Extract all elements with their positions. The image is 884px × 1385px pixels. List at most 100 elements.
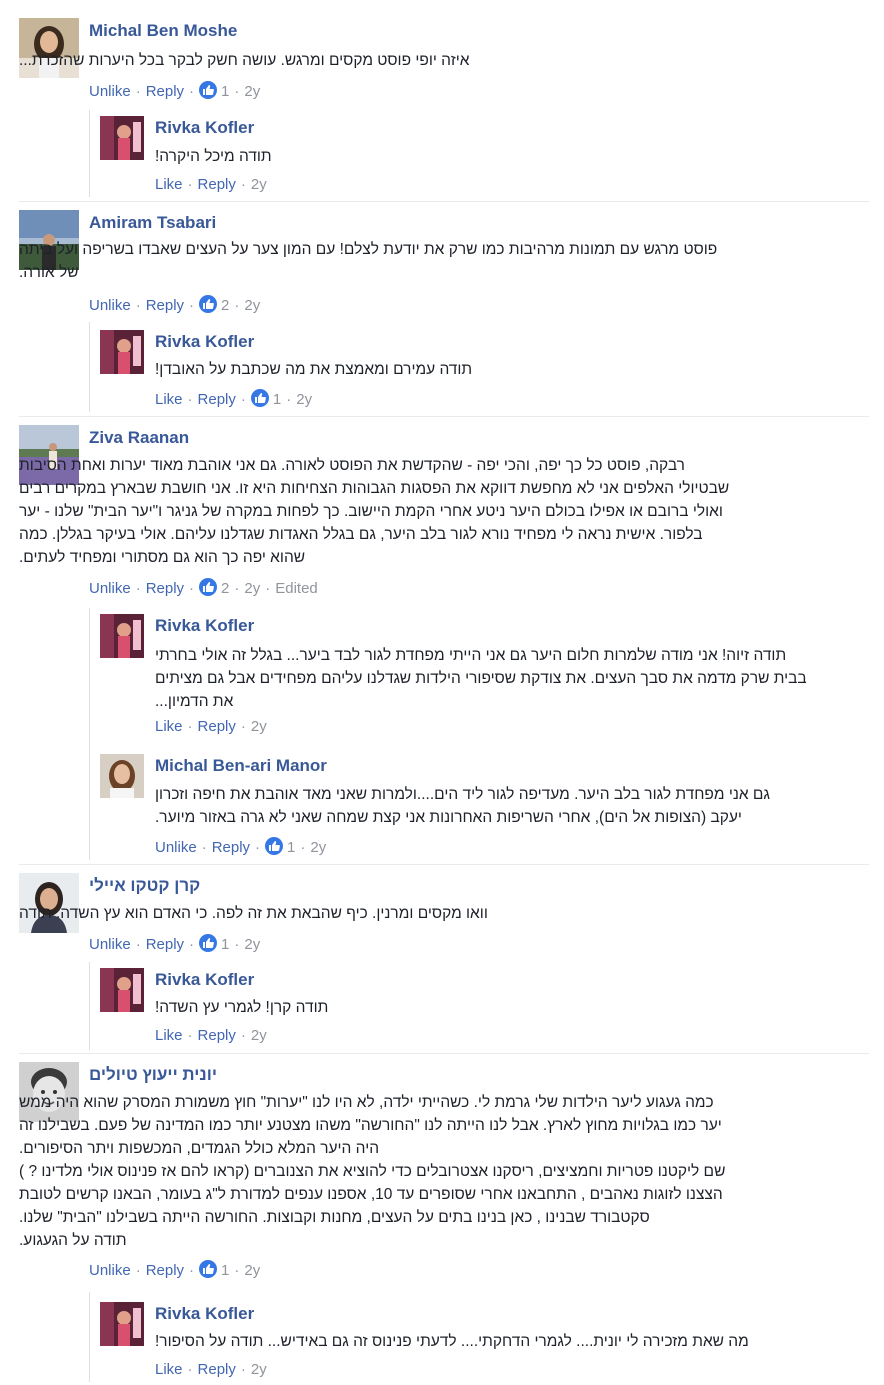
like-button[interactable]: Like bbox=[155, 718, 183, 735]
avatar[interactable] bbox=[100, 754, 144, 798]
comment: Ziva Raanan רבקה, פוסט כל כך יפה, והכי י… bbox=[19, 425, 869, 605]
reply-button[interactable]: Reply bbox=[212, 839, 250, 856]
timestamp[interactable]: 2y bbox=[244, 1262, 260, 1279]
like-icon bbox=[199, 295, 218, 313]
reply-button[interactable]: Reply bbox=[198, 176, 236, 193]
comment-text: כמה געגוע ליער הילדות שלי גרמת לי. כשהיי… bbox=[19, 1094, 726, 1249]
comment-actions: Unlike · Reply · 1 · 2y bbox=[89, 81, 261, 100]
comment-text: מה שאת מזכירה לי יונית.... לגמרי הדחקתי.… bbox=[155, 1333, 749, 1350]
avatar[interactable] bbox=[100, 116, 144, 160]
unlike-button[interactable]: Unlike bbox=[155, 839, 197, 856]
thread-line bbox=[89, 608, 90, 860]
comment-text: תודה מיכל היקרה! bbox=[155, 148, 272, 165]
comment-text: גם אני מפחדת לגור בלב היער. מעדיפה לגור … bbox=[155, 786, 770, 826]
comment-actions: Like · Reply · 2y bbox=[155, 176, 267, 193]
timestamp[interactable]: 2y bbox=[251, 176, 267, 193]
comment-actions: Unlike · Reply · 2 · 2y bbox=[89, 295, 261, 314]
comment-actions: Unlike · Reply · 2 · 2y · Edited bbox=[89, 578, 318, 597]
like-icon bbox=[199, 934, 218, 952]
comment-text: איזה יופי פוסט מקסים ומרגש. עושה חשק לבק… bbox=[19, 52, 470, 69]
commenter-name[interactable]: Amiram Tsabari bbox=[89, 213, 216, 233]
comment: Amiram Tsabari פוסט מרגש עם תמונות מרהיב… bbox=[19, 210, 869, 320]
comment-text: תודה עמירם ומאמצת את מה שכתבת על האובדן! bbox=[155, 361, 473, 378]
comment-text: פוסט מרגש עם תמונות מרהיבות כמו שרק את י… bbox=[19, 241, 718, 281]
comment-actions: Unlike · Reply · 1 · 2y bbox=[89, 934, 261, 953]
thread-line bbox=[89, 962, 90, 1050]
comment-actions: Like · Reply · 1 · 2y bbox=[155, 389, 313, 408]
avatar[interactable] bbox=[100, 1302, 144, 1346]
reply-button[interactable]: Reply bbox=[146, 936, 184, 953]
comment-actions: Like · Reply · 2y bbox=[155, 718, 267, 735]
reply-button[interactable]: Reply bbox=[146, 580, 184, 597]
timestamp[interactable]: 2y bbox=[251, 718, 267, 735]
commenter-name[interactable]: יונית ייעוץ טיולים bbox=[89, 1065, 217, 1085]
unlike-button[interactable]: Unlike bbox=[89, 936, 131, 953]
reply-button[interactable]: Reply bbox=[146, 297, 184, 314]
like-icon bbox=[199, 1260, 218, 1278]
commenter-name[interactable]: Rivka Kofler bbox=[155, 616, 254, 636]
divider bbox=[19, 201, 869, 202]
comment-actions: Like · Reply · 2y bbox=[155, 1027, 267, 1044]
reply-comment: Michal Ben-ari Manor גם אני מפחדת לגור ב… bbox=[100, 754, 860, 860]
like-count: 1 bbox=[287, 838, 296, 856]
like-count: 2 bbox=[221, 579, 230, 597]
avatar[interactable] bbox=[100, 330, 144, 374]
reply-button[interactable]: Reply bbox=[198, 1361, 236, 1378]
commenter-name[interactable]: Rivka Kofler bbox=[155, 118, 254, 138]
unlike-button[interactable]: Unlike bbox=[89, 1262, 131, 1279]
comment: Michal Ben Moshe איזה יופי פוסט מקסים ומ… bbox=[19, 18, 869, 108]
unlike-button[interactable]: Unlike bbox=[89, 297, 131, 314]
timestamp[interactable]: 2y bbox=[244, 83, 260, 100]
divider bbox=[19, 864, 869, 865]
commenter-name[interactable]: Michal Ben Moshe bbox=[89, 21, 237, 41]
like-button[interactable]: Like bbox=[155, 1361, 183, 1378]
thread-line bbox=[89, 1292, 90, 1382]
comment-actions: Unlike · Reply · 1 · 2y bbox=[89, 1260, 261, 1279]
like-icon bbox=[265, 837, 284, 855]
reply-comment: Rivka Kofler תודה קרן! לגמרי עץ השדה! Li… bbox=[100, 968, 860, 1048]
commenter-name[interactable]: קרן קטקו איילי bbox=[89, 876, 200, 896]
timestamp[interactable]: 2y bbox=[244, 297, 260, 314]
comment: קרן קטקו איילי וואו מקסים ומרנין. כיף שה… bbox=[19, 873, 869, 963]
commenter-name[interactable]: Rivka Kofler bbox=[155, 1304, 254, 1324]
unlike-button[interactable]: Unlike bbox=[89, 580, 131, 597]
comment-actions: Like · Reply · 2y bbox=[155, 1361, 267, 1378]
like-count: 2 bbox=[221, 296, 230, 314]
like-button[interactable]: Like bbox=[155, 391, 183, 408]
timestamp[interactable]: 2y bbox=[251, 1361, 267, 1378]
avatar[interactable] bbox=[100, 968, 144, 1012]
commenter-name[interactable]: Rivka Kofler bbox=[155, 332, 254, 352]
comment-text: תודה קרן! לגמרי עץ השדה! bbox=[155, 999, 329, 1016]
edited-label[interactable]: Edited bbox=[275, 580, 318, 597]
reply-button[interactable]: Reply bbox=[198, 391, 236, 408]
comment: יונית ייעוץ טיולים כמה געגוע ליער הילדות… bbox=[19, 1062, 869, 1287]
like-icon bbox=[199, 81, 218, 99]
timestamp[interactable]: 2y bbox=[251, 1027, 267, 1044]
timestamp[interactable]: 2y bbox=[244, 580, 260, 597]
reply-button[interactable]: Reply bbox=[198, 718, 236, 735]
divider bbox=[19, 416, 869, 417]
thread-line bbox=[89, 322, 90, 412]
avatar[interactable] bbox=[100, 614, 144, 658]
commenter-name[interactable]: Michal Ben-ari Manor bbox=[155, 756, 327, 776]
timestamp[interactable]: 2y bbox=[244, 936, 260, 953]
like-button[interactable]: Like bbox=[155, 176, 183, 193]
commenter-name[interactable]: Rivka Kofler bbox=[155, 970, 254, 990]
reply-button[interactable]: Reply bbox=[198, 1027, 236, 1044]
unlike-button[interactable]: Unlike bbox=[89, 83, 131, 100]
timestamp[interactable]: 2y bbox=[296, 391, 312, 408]
like-icon bbox=[250, 389, 269, 407]
like-count: 1 bbox=[221, 935, 230, 953]
like-count: 1 bbox=[221, 82, 230, 100]
divider bbox=[19, 1053, 869, 1054]
reply-button[interactable]: Reply bbox=[146, 83, 184, 100]
like-button[interactable]: Like bbox=[155, 1027, 183, 1044]
commenter-name[interactable]: Ziva Raanan bbox=[89, 428, 189, 448]
reply-comment: Rivka Kofler מה שאת מזכירה לי יונית.... … bbox=[100, 1302, 860, 1382]
like-count: 1 bbox=[221, 1261, 230, 1279]
like-count: 1 bbox=[272, 390, 282, 408]
comment-text: תודה זיוה! אני מודה שלמרות חלום היער גם … bbox=[155, 647, 807, 710]
timestamp[interactable]: 2y bbox=[310, 839, 326, 856]
reply-button[interactable]: Reply bbox=[146, 1262, 184, 1279]
comment-text: וואו מקסים ומרנין. כיף שהבאת את זה לפה. … bbox=[19, 905, 488, 922]
